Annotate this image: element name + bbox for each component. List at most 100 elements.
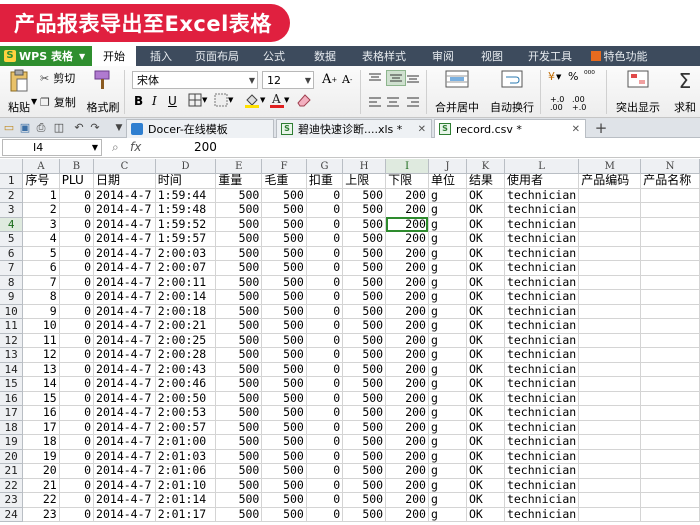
cell-a1[interactable]: 序号 [22,173,60,189]
cell-n1[interactable]: 产品名称 [640,173,700,189]
row-header[interactable]: 18 [0,420,24,435]
cell-b4[interactable]: 0 [59,217,95,232]
row-header[interactable]: 22 [0,478,24,493]
cell-h24[interactable]: 500 [342,507,387,522]
cell-m1[interactable]: 产品编码 [578,173,642,189]
cell-a18[interactable]: 17 [22,420,60,435]
cell-k21[interactable]: OK [466,463,505,479]
cell-f11[interactable]: 500 [261,318,307,334]
cell-i1[interactable]: 下限 [385,173,429,189]
menu-tab-home[interactable]: 开始 [92,46,136,66]
currency-button[interactable]: ¥ ▼ [548,70,561,83]
cell-a17[interactable]: 16 [22,405,60,421]
name-box[interactable]: I4 ▼ [2,139,102,156]
cell-a3[interactable]: 2 [22,202,60,218]
cell-j16[interactable]: g [428,391,467,406]
cell-g6[interactable]: 0 [306,246,344,261]
cell-h14[interactable]: 500 [342,362,387,377]
cell-b23[interactable]: 0 [59,492,95,508]
cell-d5[interactable]: 1:59:57 [155,231,217,247]
cell-l20[interactable]: technician [504,449,580,464]
cell-m7[interactable] [578,260,642,276]
cell-h1[interactable]: 上限 [342,173,387,189]
cell-j3[interactable]: g [428,202,467,218]
cell-e21[interactable]: 500 [215,463,263,479]
cell-m15[interactable] [578,376,642,392]
cell-c8[interactable]: 2014-4-7 [93,275,156,290]
row-header[interactable]: 4 [0,217,24,232]
cell-n8[interactable] [640,275,700,290]
cell-d13[interactable]: 2:00:28 [155,347,217,363]
row-header[interactable]: 9 [0,289,24,305]
cell-m9[interactable] [578,289,642,305]
cell-l4[interactable]: technician [504,217,580,232]
cell-j10[interactable]: g [428,304,467,319]
row-header[interactable]: 24 [0,507,24,522]
cell-g1[interactable]: 扣重 [306,173,344,189]
shrink-font-button[interactable]: A- [342,73,352,86]
cell-j18[interactable]: g [428,420,467,435]
cell-j21[interactable]: g [428,463,467,479]
cell-n15[interactable] [640,376,700,392]
paste-dropdown-icon[interactable]: ▼ [31,97,37,106]
cell-i24[interactable]: 200 [385,507,429,522]
cell-d7[interactable]: 2:00:07 [155,260,217,276]
cell-n22[interactable] [640,478,700,493]
align-left-button[interactable] [368,96,382,108]
cell-g8[interactable]: 0 [306,275,344,290]
folder-icon[interactable]: ▭ [2,121,16,135]
quick-access-dropdown-icon[interactable]: ▼ [112,121,126,135]
row-header[interactable]: 15 [0,376,24,392]
align-top-button[interactable] [368,72,382,84]
cell-h4[interactable]: 500 [342,217,387,232]
cell-b8[interactable]: 0 [59,275,95,290]
percent-button[interactable]: % [568,70,578,83]
cell-l3[interactable]: technician [504,202,580,218]
cell-k4[interactable]: OK [466,217,505,232]
cell-h2[interactable]: 500 [342,188,387,203]
column-header-e[interactable]: E [215,159,263,174]
cell-g3[interactable]: 0 [306,202,344,218]
cell-f15[interactable]: 500 [261,376,307,392]
cell-n20[interactable] [640,449,700,464]
cell-j7[interactable]: g [428,260,467,276]
undo-icon[interactable]: ↶ [72,121,86,135]
cell-f1[interactable]: 毛重 [261,173,307,189]
cell-i9[interactable]: 200 [385,289,429,305]
cell-m23[interactable] [578,492,642,508]
cell-d4[interactable]: 1:59:52 [155,217,217,232]
cell-g24[interactable]: 0 [306,507,344,522]
cell-e4[interactable]: 500 [215,217,263,232]
cell-d9[interactable]: 2:00:14 [155,289,217,305]
cell-b1[interactable]: PLU [59,173,95,189]
menu-tab-developer[interactable]: 开发工具 [516,46,584,66]
cell-m22[interactable] [578,478,642,493]
cell-f19[interactable]: 500 [261,434,307,450]
cell-n19[interactable] [640,434,700,450]
borders-button[interactable]: ▼ [188,93,207,107]
cell-i15[interactable]: 200 [385,376,429,392]
close-icon[interactable]: ✕ [572,124,580,135]
cell-a22[interactable]: 21 [22,478,60,493]
fx-icon[interactable]: fx [130,140,141,154]
cell-k18[interactable]: OK [466,420,505,435]
cell-d19[interactable]: 2:01:00 [155,434,217,450]
cell-h9[interactable]: 500 [342,289,387,305]
cell-j13[interactable]: g [428,347,467,363]
cell-i22[interactable]: 200 [385,478,429,493]
cell-e11[interactable]: 500 [215,318,263,334]
column-header-f[interactable]: F [261,159,307,174]
doc-tab-record-csv[interactable]: S record.csv * ✕ [434,119,586,138]
italic-button[interactable]: I [152,94,157,108]
cell-g13[interactable]: 0 [306,347,344,363]
cell-b15[interactable]: 0 [59,376,95,392]
align-right-button[interactable] [406,96,420,108]
row-header[interactable]: 16 [0,391,24,406]
cell-j20[interactable]: g [428,449,467,464]
cell-m21[interactable] [578,463,642,479]
align-bottom-button[interactable] [406,72,420,84]
font-color-button[interactable]: A ▼ [270,92,289,108]
cell-e6[interactable]: 500 [215,246,263,261]
column-header-a[interactable]: A [22,159,60,174]
cell-i7[interactable]: 200 [385,260,429,276]
